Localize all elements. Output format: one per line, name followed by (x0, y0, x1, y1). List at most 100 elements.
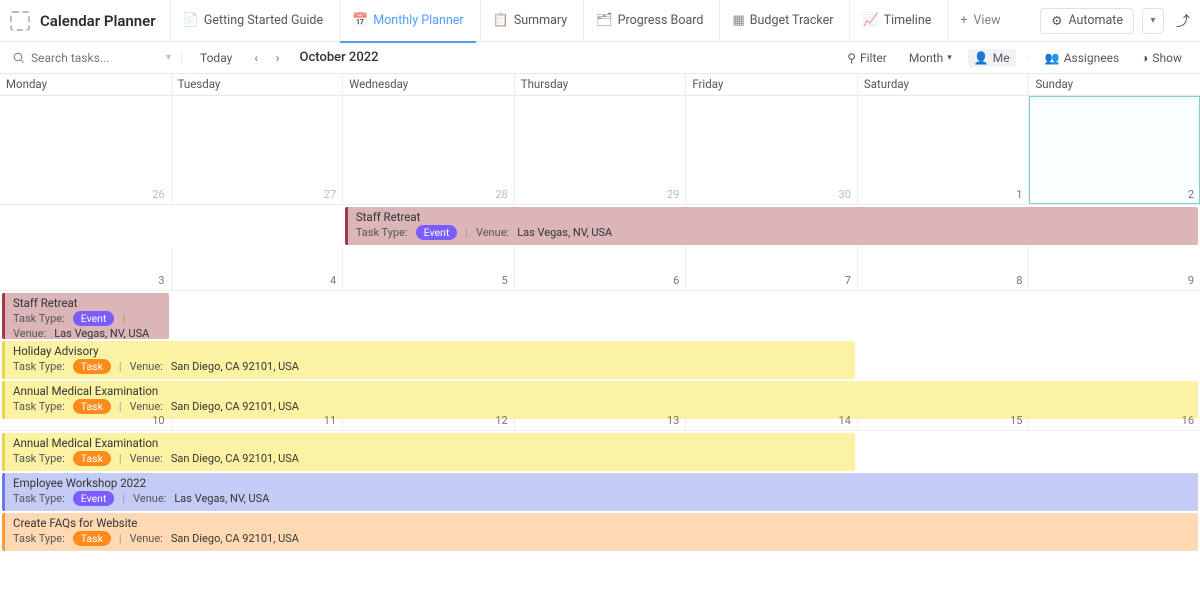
date-cell[interactable]: 3 (0, 247, 172, 290)
task-type-label: Task Type: (13, 451, 65, 466)
date-number: 29 (667, 188, 679, 201)
chevron-down-icon: ▾ (1150, 15, 1155, 26)
date-cell[interactable]: 12 (343, 411, 515, 430)
month-label: October 2022 (300, 50, 379, 65)
date-cell[interactable]: 7 (686, 247, 858, 290)
date-cell[interactable]: 11 (172, 411, 344, 430)
venue-value: San Diego, CA 92101, USA (171, 531, 299, 546)
tab-label: Progress Board (618, 13, 704, 28)
tab-timeline[interactable]: 📈 Timeline (849, 0, 943, 42)
date-cell[interactable]: 13 (515, 411, 687, 430)
event-bar[interactable]: Annual Medical Examination Task Type: Ta… (2, 433, 855, 471)
date-cell[interactable]: 16 (1029, 411, 1200, 430)
people-icon: 👥 (1045, 51, 1060, 65)
separator: | (465, 225, 468, 240)
today-button[interactable]: Today (192, 49, 240, 67)
page-icon (10, 11, 30, 31)
automate-more-button[interactable]: ▾ (1142, 8, 1164, 34)
date-cell[interactable]: 10 (0, 411, 172, 430)
event-bar[interactable]: Holiday Advisory Task Type: Task | Venue… (2, 341, 855, 379)
assignees-button[interactable]: 👥 Assignees (1039, 49, 1125, 67)
date-cell[interactable]: 14 (686, 411, 858, 430)
venue-label: Venue: (13, 326, 46, 339)
event-bar[interactable]: Employee Workshop 2022 Task Type: Event … (2, 473, 1198, 511)
task-type-label: Task Type: (13, 491, 65, 506)
table-icon: ▦ (732, 13, 744, 28)
venue-value: Las Vegas, NV, USA (54, 326, 149, 339)
task-type-pill: Task (73, 451, 111, 466)
event-title: Annual Medical Examination (13, 384, 1190, 399)
view-mode-label: Month (909, 51, 943, 65)
prev-month-button[interactable]: ‹ (250, 49, 262, 67)
share-icon[interactable]: ⤴ (1176, 11, 1190, 31)
event-bar[interactable]: Create FAQs for Website Task Type: Task … (2, 513, 1198, 551)
date-number: 11 (324, 414, 336, 427)
next-month-button[interactable]: › (272, 49, 284, 67)
me-label: Me (993, 51, 1010, 65)
date-cell[interactable]: 8 (858, 247, 1030, 290)
event-title: Staff Retreat (356, 210, 1190, 225)
date-number: 30 (839, 188, 851, 201)
date-number: 8 (1016, 274, 1022, 287)
date-cell[interactable]: 30 (686, 96, 858, 204)
date-cell[interactable]: 28 (343, 96, 515, 204)
task-type-pill: Task (73, 531, 111, 546)
tab-progress-board[interactable]: 🗂 Progress Board (583, 0, 715, 42)
task-type-pill: Event (73, 311, 115, 326)
separator: | (119, 531, 122, 546)
filter-icon: ⚲ (847, 51, 856, 65)
event-title: Create FAQs for Website (13, 516, 1190, 531)
search-input[interactable] (31, 51, 131, 65)
robot-icon: ⚙ (1051, 13, 1062, 29)
separator: · (1026, 51, 1029, 65)
date-number: 16 (1182, 414, 1194, 427)
view-mode-dropdown[interactable]: Month ▾ (903, 49, 958, 67)
automate-button[interactable]: ⚙ Automate (1040, 8, 1134, 34)
date-cell[interactable]: 27 (172, 96, 344, 204)
date-cell[interactable]: 26 (0, 96, 172, 204)
task-type-label: Task Type: (356, 225, 408, 240)
page-title: Calendar Planner (40, 12, 156, 30)
eye-icon: ◑ (1141, 51, 1148, 65)
day-header: Monday (0, 74, 172, 95)
date-number: 4 (330, 274, 336, 287)
date-cell[interactable]: 1 (858, 96, 1030, 204)
add-view-button[interactable]: + View (947, 0, 1012, 42)
automate-label: Automate (1068, 13, 1123, 28)
tab-monthly-planner[interactable]: 📅 Monthly Planner (339, 0, 476, 42)
doc-icon: 📄 (183, 13, 199, 28)
top-tab-bar: Calendar Planner 📄 Getting Started Guide… (0, 0, 1200, 42)
date-cell[interactable]: 15 (858, 411, 1030, 430)
date-cell[interactable]: 29 (515, 96, 687, 204)
event-title: Employee Workshop 2022 (13, 476, 1190, 491)
event-title: Staff Retreat (13, 296, 161, 311)
person-icon: 👤 (974, 51, 989, 65)
search-wrap: ▾ (12, 51, 182, 65)
tab-budget-tracker[interactable]: ▦ Budget Tracker (719, 0, 845, 42)
date-cell[interactable]: 9 (1029, 247, 1200, 290)
date-number: 27 (324, 188, 336, 201)
date-cell[interactable]: 5 (343, 247, 515, 290)
date-cell[interactable]: 4 (172, 247, 344, 290)
date-number: 26 (152, 188, 164, 201)
day-header-row: Monday Tuesday Wednesday Thursday Friday… (0, 74, 1200, 96)
event-bar[interactable]: Staff Retreat Task Type: Event | Venue: … (345, 207, 1198, 245)
filter-button[interactable]: ⚲ Filter (841, 49, 893, 67)
tab-summary[interactable]: 📋 Summary (480, 0, 579, 42)
task-type-label: Task Type: (13, 531, 65, 546)
chevron-down-icon[interactable]: ▾ (166, 52, 171, 63)
me-filter-button[interactable]: 👤 Me (968, 49, 1016, 67)
date-cell[interactable]: 6 (515, 247, 687, 290)
show-button[interactable]: ◑ Show (1135, 49, 1188, 67)
venue-label: Venue: (130, 359, 163, 374)
tab-getting-started[interactable]: 📄 Getting Started Guide (170, 0, 335, 42)
event-title: Holiday Advisory (13, 344, 847, 359)
event-bar[interactable]: Staff Retreat Task Type: Event | Venue: … (2, 293, 169, 339)
week-row: 26 27 28 29 30 1 2 Staff Retreat Task Ty… (0, 96, 1200, 247)
venue-value: San Diego, CA 92101, USA (171, 359, 299, 374)
tab-label: Timeline (884, 13, 932, 28)
date-cell-today[interactable]: 2 (1029, 96, 1200, 204)
date-number: 15 (1010, 414, 1022, 427)
day-header: Wednesday (343, 74, 515, 95)
date-number: 12 (495, 414, 507, 427)
